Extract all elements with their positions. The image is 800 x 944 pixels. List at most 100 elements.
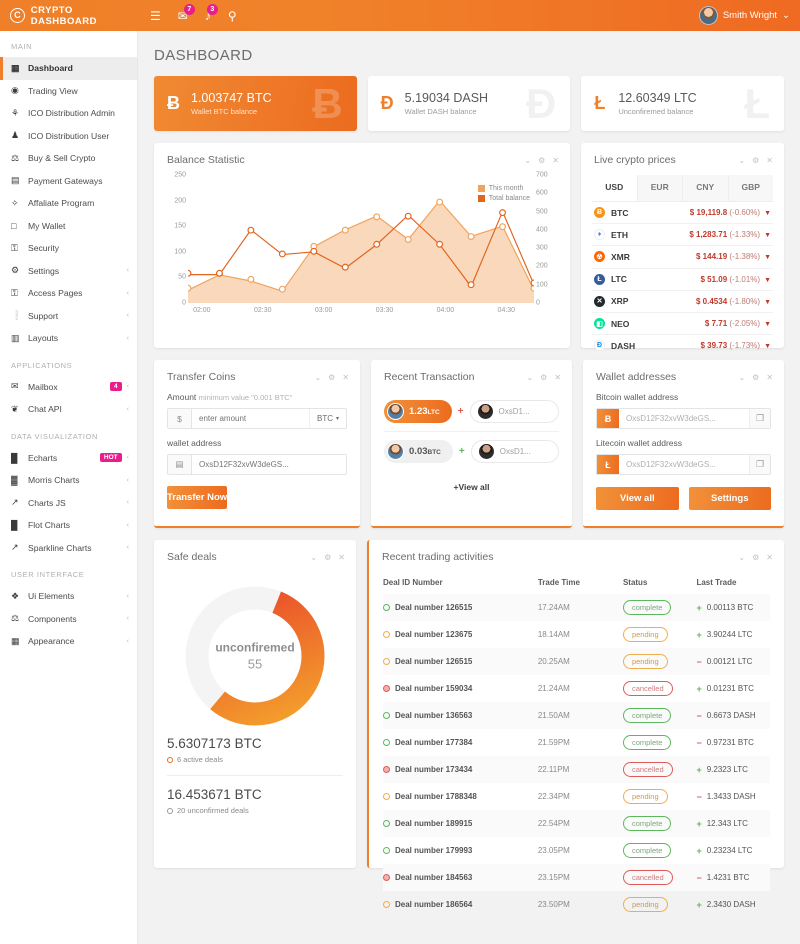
collapse-icon[interactable]: ⌄ xyxy=(738,553,745,562)
sidebar-item-settings[interactable]: ⚙ Settings ‹ xyxy=(0,260,137,283)
sidebar-item-ico-distribution-admin[interactable]: ⚘ ICO Distribution Admin xyxy=(0,102,137,125)
wallet-address-value[interactable] xyxy=(619,409,750,428)
crypto-price-row[interactable]: Ł LTC $ 51.09 (-1.01%) ▼ xyxy=(592,269,773,291)
status-dot-icon xyxy=(383,739,390,746)
wallet-input-group[interactable]: ▤ xyxy=(167,454,348,475)
collapse-icon[interactable]: ⌄ xyxy=(738,373,745,382)
transaction-amount-chip[interactable]: 0.03BTC xyxy=(384,440,453,463)
close-icon[interactable]: ✕ xyxy=(338,553,345,562)
amount-input[interactable] xyxy=(192,409,309,428)
table-row[interactable]: Deal number 159034 21.24AM cancelled +0.… xyxy=(383,675,770,702)
sidebar-item-chat-api[interactable]: ❦ Chat API ‹ xyxy=(0,398,137,421)
stat-card-2[interactable]: Ł 12.60349 LTC Unconfiremed balance Ł xyxy=(581,76,785,131)
collapse-icon[interactable]: ⌄ xyxy=(524,156,531,165)
table-row[interactable]: Deal number 177384 21.59PM complete −0.9… xyxy=(383,729,770,756)
transaction-row[interactable]: 1.23LTC + OxsD1... xyxy=(371,392,572,431)
stat-card-1[interactable]: Đ 5.19034 DASH Wallet DASH balance Đ xyxy=(367,76,571,131)
settings-button[interactable]: Settings xyxy=(688,487,772,510)
sidebar-item-mailbox[interactable]: ✉ Mailbox 4 ‹ xyxy=(0,376,137,399)
coin-select[interactable]: BTC ▾ xyxy=(309,409,346,428)
sidebar-item-payment-gateways[interactable]: ▤ Payment Gateways xyxy=(0,170,137,193)
crypto-price-row[interactable]: ◧ NEO $ 7.71 (-2.05%) ▼ xyxy=(592,313,773,336)
gear-icon[interactable]: ⚙ xyxy=(538,156,545,165)
table-row[interactable]: Deal number 126515 17.24AM complete +0.0… xyxy=(383,594,770,621)
gear-icon[interactable]: ⚙ xyxy=(752,373,759,382)
transaction-destination[interactable]: OxsD1... xyxy=(469,400,560,423)
close-icon[interactable]: ✕ xyxy=(552,156,559,165)
crypto-price-row[interactable]: ♦ ETH $ 1,283.71 (-1.33%) ▼ xyxy=(592,224,773,247)
currency-tab-gbp[interactable]: GBP xyxy=(728,175,773,201)
sidebar-item-flot-charts[interactable]: █ Flot Charts ‹ xyxy=(0,514,137,537)
transaction-row[interactable]: 0.03BTC + OxsD1... xyxy=(371,432,572,471)
gear-icon[interactable]: ⚙ xyxy=(324,553,331,562)
sidebar-item-security[interactable]: ⚿ Security xyxy=(0,237,137,260)
wallet-address-input[interactable] xyxy=(192,455,347,474)
transaction-destination[interactable]: OxsD1... xyxy=(470,440,560,463)
table-row[interactable]: Deal number 179993 23.05PM complete +0.2… xyxy=(383,837,770,864)
gear-icon[interactable]: ⚙ xyxy=(328,373,335,382)
search-icon[interactable]: ⚲ xyxy=(228,10,237,22)
sidebar-item-dashboard[interactable]: ▦ Dashboard xyxy=(0,57,137,80)
collapse-icon[interactable]: ⌄ xyxy=(738,156,745,165)
table-row[interactable]: Deal number 186564 23.50PM pending +2.34… xyxy=(383,891,770,918)
table-row[interactable]: Deal number 126515 20.25AM pending −0.00… xyxy=(383,648,770,675)
user-menu[interactable]: Smith Wright ⌄ xyxy=(698,6,800,25)
currency-tab-cny[interactable]: CNY xyxy=(683,175,729,201)
gear-icon[interactable]: ⚙ xyxy=(752,156,759,165)
sidebar-item-affaliate-program[interactable]: ✧ Affaliate Program xyxy=(0,192,137,215)
stat-card-0[interactable]: Ƀ 1.003747 BTC Wallet BTC balance Ƀ xyxy=(154,76,357,131)
sidebar-item-buy-amp-sell-crypto[interactable]: ⚖ Buy & Sell Crypto xyxy=(0,147,137,170)
wallet-address-value[interactable] xyxy=(619,455,750,474)
gear-icon[interactable]: ⚙ xyxy=(540,373,547,382)
sidebar-item-appearance[interactable]: ▦ Appearance ‹ xyxy=(0,630,137,653)
sidebar-item-access-pages[interactable]: ⚿ Access Pages ‹ xyxy=(0,282,137,305)
crypto-price-row[interactable]: ☢ XMR $ 144.19 (-1.38%) ▼ xyxy=(592,246,773,269)
view-all-transactions-link[interactable]: +View all xyxy=(371,471,572,503)
collapse-icon[interactable]: ⌄ xyxy=(526,373,533,382)
collapse-icon[interactable]: ⌄ xyxy=(310,553,317,562)
table-row[interactable]: Deal number 136563 21.50AM complete −0.6… xyxy=(383,702,770,729)
sidebar-item-components[interactable]: ⚖ Components ‹ xyxy=(0,608,137,631)
mail-icon[interactable]: ✉ 7 xyxy=(178,3,195,22)
view-all-button[interactable]: View all xyxy=(596,487,679,510)
sidebar-item-charts-js[interactable]: ↗ Charts JS ‹ xyxy=(0,492,137,515)
currency-tabs[interactable]: USD EUR CNY GBP xyxy=(592,175,773,202)
table-row[interactable]: Deal number 123675 18.14AM pending +3.90… xyxy=(383,621,770,648)
menu-icon[interactable]: ☰ xyxy=(150,10,161,22)
sidebar-item-sparkline-charts[interactable]: ↗ Sparkline Charts ‹ xyxy=(0,537,137,560)
sidebar-item-ui-elements[interactable]: ❖ Ui Elements ‹ xyxy=(0,585,137,608)
close-icon[interactable]: ✕ xyxy=(554,373,561,382)
sidebar[interactable]: MAIN ▦ Dashboard ◉ Trading View ⚘ ICO Di… xyxy=(0,31,138,944)
currency-tab-usd[interactable]: USD xyxy=(592,175,638,201)
sidebar-item-support[interactable]: ❕ Support ‹ xyxy=(0,305,137,328)
transfer-now-button[interactable]: Transfer Now xyxy=(167,486,228,509)
crypto-price-row[interactable]: ✕ XRP $ 0.4534 (-1.80%) ▼ xyxy=(592,291,773,313)
gear-icon[interactable]: ⚙ xyxy=(752,553,759,562)
close-icon[interactable]: ✕ xyxy=(766,553,773,562)
table-row[interactable]: Deal number 184563 23.15PM cancelled −1.… xyxy=(383,864,770,891)
copy-icon[interactable]: ❐ xyxy=(749,409,771,428)
table-row[interactable]: Deal number 173434 22.11PM cancelled +9.… xyxy=(383,756,770,783)
collapse-icon[interactable]: ⌄ xyxy=(314,373,321,382)
crypto-price-row[interactable]: Ƀ BTC $ 19,119.8 (-0.60%) ▼ xyxy=(592,202,773,225)
bell-icon[interactable]: ♪ 3 xyxy=(205,3,218,22)
copy-icon[interactable]: ❐ xyxy=(749,455,771,474)
transaction-amount-chip[interactable]: 1.23LTC xyxy=(384,400,452,423)
sidebar-item-layouts[interactable]: ▥ Layouts ‹ xyxy=(0,327,137,350)
sidebar-item-trading-view[interactable]: ◉ Trading View xyxy=(0,80,137,103)
table-row[interactable]: Deal number 189915 22.54PM complete +12.… xyxy=(383,810,770,837)
currency-tab-eur[interactable]: EUR xyxy=(637,175,683,201)
wallet-address-group[interactable]: Ƀ ❐ xyxy=(596,408,772,429)
close-icon[interactable]: ✕ xyxy=(766,373,773,382)
sidebar-item-morris-charts[interactable]: ▓ Morris Charts ‹ xyxy=(0,469,137,492)
close-icon[interactable]: ✕ xyxy=(342,373,349,382)
sidebar-item-ico-distribution-user[interactable]: ♟ ICO Distribution User xyxy=(0,125,137,148)
amount-input-group[interactable]: $ BTC ▾ xyxy=(167,408,348,429)
brand[interactable]: C CRYPTO DASHBOARD xyxy=(0,5,140,27)
wallet-address-group[interactable]: Ł ❐ xyxy=(596,454,772,475)
crypto-price-row[interactable]: Đ DASH $ 39.73 (-1.73%) ▼ xyxy=(592,335,773,358)
close-icon[interactable]: ✕ xyxy=(766,156,773,165)
sidebar-item-my-wallet[interactable]: □ My Wallet xyxy=(0,215,137,238)
sidebar-item-echarts[interactable]: █ Echarts HOT ‹ xyxy=(0,447,137,470)
table-row[interactable]: Deal number 1788348 22.34PM pending −1.3… xyxy=(383,783,770,810)
